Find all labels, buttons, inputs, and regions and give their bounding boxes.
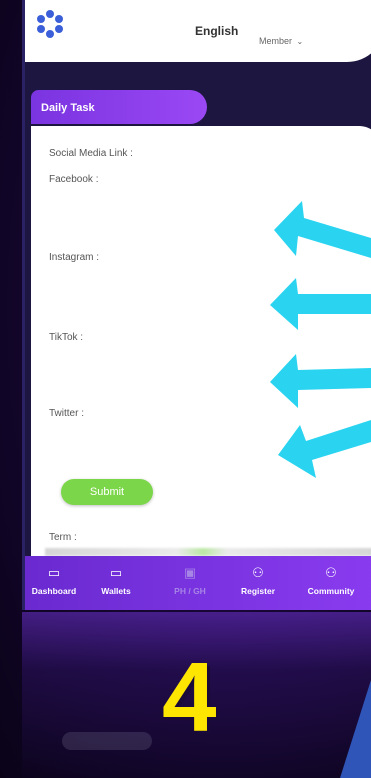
brand-logo-icon[interactable] [35, 8, 65, 42]
nav-item-register[interactable]: ⚇ Register [225, 564, 291, 596]
reflection-button [62, 732, 152, 750]
nav-item-community[interactable]: ⚇ Community [291, 564, 371, 596]
daily-task-title: Daily Task [41, 102, 95, 114]
member-menu[interactable]: Member ⌄ [259, 36, 303, 46]
phone-screen: English Member ⌄ Daily Task Social Media… [22, 0, 371, 610]
language-selector[interactable]: English [195, 24, 238, 38]
daily-task-card: Social Media Link : Facebook : Instagram… [31, 126, 371, 566]
nav-label: Dashboard [31, 586, 77, 596]
nav-label: Wallets [101, 586, 131, 596]
tiktok-label: TikTok : [49, 332, 84, 343]
member-label: Member [259, 36, 293, 46]
reflection-term [54, 698, 57, 708]
nav-item-dashboard[interactable]: ▭ Dashboard [25, 564, 87, 596]
reflection-nav-text [22, 622, 371, 632]
nav-label: Community [307, 586, 355, 596]
step-number: 4 [162, 642, 217, 752]
nav-item-wallets[interactable]: ▭ Wallets [83, 564, 149, 596]
twitter-label: Twitter : [49, 408, 85, 419]
nav-label: Register [240, 586, 275, 596]
daily-task-tab[interactable]: Daily Task [31, 90, 207, 124]
chevron-down-icon: ⌄ [296, 37, 304, 46]
nav-label: PH / GH [174, 586, 206, 596]
submit-button[interactable]: Submit [61, 479, 153, 505]
user-add-icon: ⚇ [252, 565, 264, 580]
social-media-label: Social Media Link : [49, 148, 133, 159]
bottom-nav: ▭ Dashboard ▭ Wallets ▣ PH / GH ⚇ Regist… [25, 556, 371, 610]
wallet-icon: ▭ [109, 565, 123, 580]
decorative-corner [340, 680, 371, 778]
term-label: Term : [49, 532, 77, 543]
facebook-label: Facebook : [49, 174, 99, 185]
monitor-icon: ▭ [47, 565, 61, 580]
term-content [45, 548, 371, 556]
community-icon: ⚇ [325, 565, 337, 580]
qr-icon: ▣ [183, 565, 197, 580]
app-header: English Member ⌄ [25, 0, 371, 62]
instagram-label: Instagram : [49, 252, 100, 263]
nav-item-ph-gh[interactable]: ▣ PH / GH [157, 564, 223, 596]
